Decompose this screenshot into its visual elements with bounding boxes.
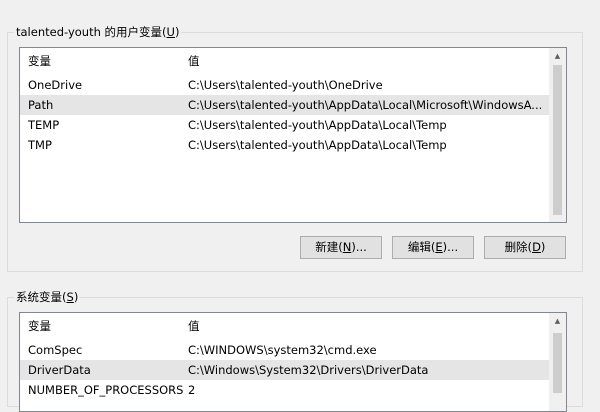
table-row[interactable]: DriverData C:\Windows\System32\Drivers\D…: [20, 360, 550, 380]
variable-name: NUMBER_OF_PROCESSORS: [28, 383, 184, 397]
scroll-up-arrow-icon[interactable]: ▲: [549, 48, 566, 65]
system-variables-label: 系统变量(S): [14, 290, 81, 304]
variable-value: C:\Users\talented-youth\AppData\Local\Mi…: [188, 98, 543, 112]
table-row[interactable]: NUMBER_OF_PROCESSORS 2: [20, 380, 550, 400]
variable-value: C:\Users\talented-youth\OneDrive: [188, 78, 383, 92]
vertical-scrollbar[interactable]: ▲: [549, 48, 566, 222]
scroll-thumb[interactable]: [553, 333, 562, 393]
variable-value: 2: [188, 383, 196, 397]
column-header-name[interactable]: 变量: [28, 316, 184, 336]
variable-name: TEMP: [28, 118, 60, 132]
scroll-thumb[interactable]: [553, 65, 562, 215]
column-header-name[interactable]: 变量: [28, 51, 184, 71]
table-row[interactable]: TEMP C:\Users\talented-youth\AppData\Loc…: [20, 115, 550, 135]
variable-name: TMP: [28, 138, 52, 152]
variable-name: Path: [28, 98, 54, 112]
variable-value: C:\Users\talented-youth\AppData\Local\Te…: [188, 138, 447, 152]
new-button[interactable]: 新建(N)...: [300, 236, 382, 259]
delete-button[interactable]: 删除(D): [484, 236, 566, 259]
list-header: 变量 值: [20, 316, 550, 336]
table-row[interactable]: ComSpec C:\WINDOWS\system32\cmd.exe: [20, 340, 550, 360]
system-variables-list[interactable]: 变量 值 ComSpec C:\WINDOWS\system32\cmd.exe…: [19, 312, 567, 412]
user-variables-list[interactable]: 变量 值 OneDrive C:\Users\talented-youth\On…: [19, 47, 567, 223]
vertical-scrollbar[interactable]: ▲: [549, 313, 566, 411]
variable-value: C:\Windows\System32\Drivers\DriverData: [188, 363, 429, 377]
table-row[interactable]: Path C:\Users\talented-youth\AppData\Loc…: [20, 95, 550, 115]
list-header: 变量 值: [20, 51, 550, 71]
user-variables-label: talented-youth 的用户变量(U): [14, 25, 182, 39]
variable-value: C:\Users\talented-youth\AppData\Local\Te…: [188, 118, 447, 132]
column-header-value[interactable]: 值: [188, 51, 548, 71]
edit-button[interactable]: 编辑(E)...: [392, 236, 474, 259]
scroll-up-arrow-icon[interactable]: ▲: [549, 313, 566, 330]
variable-value: C:\WINDOWS\system32\cmd.exe: [188, 343, 377, 357]
variable-name: OneDrive: [28, 78, 83, 92]
table-row[interactable]: OneDrive C:\Users\talented-youth\OneDriv…: [20, 75, 550, 95]
variable-name: ComSpec: [28, 343, 83, 357]
variable-name: DriverData: [28, 363, 91, 377]
table-row[interactable]: TMP C:\Users\talented-youth\AppData\Loca…: [20, 135, 550, 155]
column-header-value[interactable]: 值: [188, 316, 548, 336]
